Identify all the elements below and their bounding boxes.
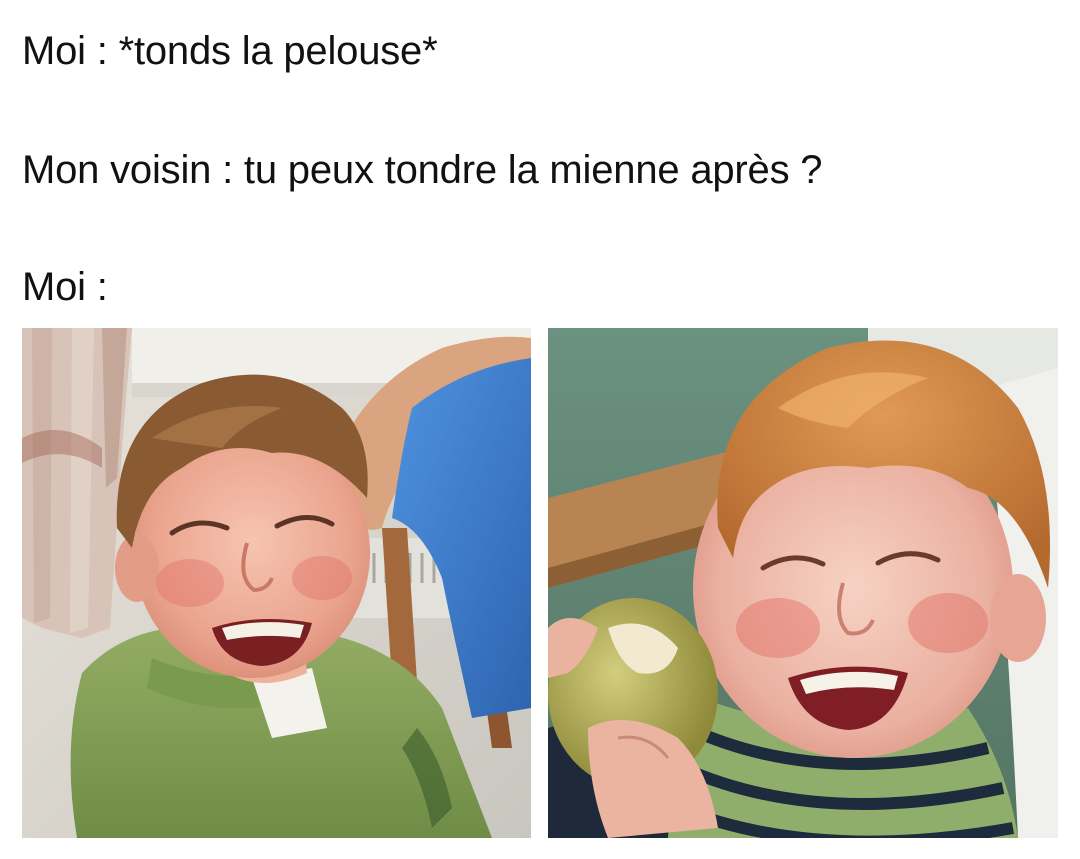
- caption-line-me: Moi : *tonds la pelouse*: [22, 29, 438, 73]
- caption-line-neighbor: Mon voisin : tu peux tondre la mienne ap…: [22, 148, 823, 192]
- caption-line-reaction: Moi :: [22, 265, 108, 309]
- laughing-redhead-illustration: [548, 328, 1058, 838]
- laughing-redhead-photo-right: [548, 328, 1058, 838]
- laughing-boy-photo-left: [22, 328, 531, 838]
- laughing-boy-illustration: [22, 328, 531, 838]
